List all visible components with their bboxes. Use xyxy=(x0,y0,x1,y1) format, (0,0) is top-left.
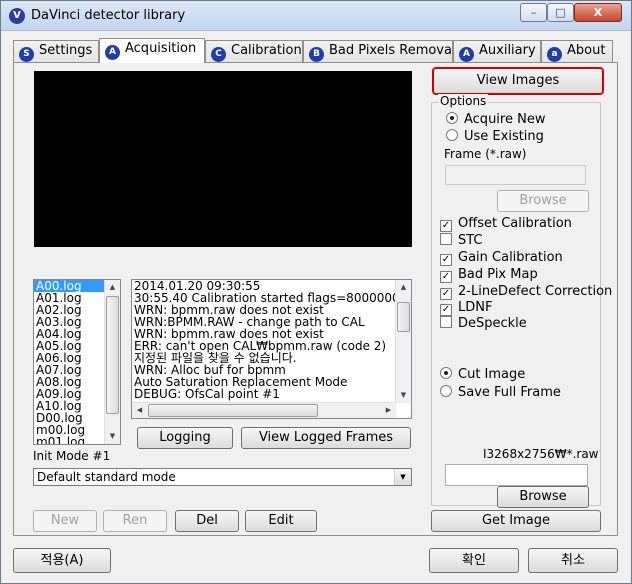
offset-calibration-checkbox[interactable]: ✓ Offset Calibration xyxy=(440,216,572,232)
save-pattern-label: I3268x2756₩*.raw xyxy=(483,447,599,461)
ren-button[interactable]: Ren xyxy=(103,510,167,532)
about-tab-icon: a xyxy=(547,47,562,62)
init-mode-value: Default standard mode xyxy=(37,470,176,484)
log-line: DEBUG: OfsCal point #1 xyxy=(134,387,280,401)
radio-indicator xyxy=(440,385,452,397)
checkbox-label: 2-LineDefect Correction xyxy=(458,284,613,299)
checkmark-icon: ✓ xyxy=(440,254,452,266)
checkmark-icon xyxy=(440,316,452,328)
save-full-frame-label: Save Full Frame xyxy=(458,385,561,400)
get-image-button[interactable]: Get Image xyxy=(431,510,601,532)
tab-label: Bad Pixels Removal xyxy=(329,43,456,58)
tab-label: Acquisition xyxy=(125,41,197,56)
app-icon: V xyxy=(9,8,25,24)
browse-existing-button[interactable]: Browse xyxy=(497,190,589,212)
auxiliary-tab-icon: A xyxy=(459,47,474,62)
stc-checkbox[interactable]: STC xyxy=(440,233,483,249)
scroll-up-arrow-icon[interactable]: ▲ xyxy=(105,280,120,295)
acquire-new-radio[interactable]: Acquire New xyxy=(446,112,545,128)
checkbox-label: Offset Calibration xyxy=(458,216,572,231)
gain-calibration-checkbox[interactable]: ✓ Gain Calibration xyxy=(440,250,563,266)
tab-auxiliary[interactable]: A Auxiliary xyxy=(453,40,541,62)
tab-label: Calibration xyxy=(231,43,302,58)
checkbox-label: Bad Pix Map xyxy=(458,267,538,282)
tab-bad-pixels-removal[interactable]: B Bad Pixels Removal xyxy=(303,40,456,62)
bad-pixels-tab-icon: B xyxy=(309,47,324,62)
radio-selected-indicator xyxy=(440,367,452,379)
cut-image-radio[interactable]: Cut Image xyxy=(440,367,525,383)
radio-indicator xyxy=(446,129,458,141)
save-path-field[interactable] xyxy=(445,464,588,486)
view-images-button[interactable]: View Images xyxy=(432,67,604,95)
use-existing-radio[interactable]: Use Existing xyxy=(446,129,544,145)
window-title: DaVinci detector library xyxy=(31,8,186,23)
scroll-thumb[interactable] xyxy=(148,404,318,417)
log-file-list-scrollbar[interactable]: ▲ ▼ xyxy=(104,280,120,444)
minimize-button[interactable]: – xyxy=(520,3,547,22)
acquisition-tab-icon: A xyxy=(105,45,120,60)
tab-acquisition[interactable]: A Acquisition xyxy=(99,38,205,63)
checkmark-icon: ✓ xyxy=(440,288,452,300)
tab-label: About xyxy=(567,43,606,58)
frame-path-field[interactable] xyxy=(445,165,586,185)
chevron-down-icon[interactable]: ▼ xyxy=(394,469,411,485)
edit-button[interactable]: Edit xyxy=(245,510,317,532)
tab-label: Settings xyxy=(39,43,93,58)
checkbox-label: Gain Calibration xyxy=(458,250,563,265)
bad-pix-map-checkbox[interactable]: ✓ Bad Pix Map xyxy=(440,267,538,283)
acquire-new-label: Acquire New xyxy=(464,112,546,127)
tab-label: Auxiliary xyxy=(479,43,536,58)
radio-selected-indicator xyxy=(446,112,458,124)
tab-settings[interactable]: S Settings xyxy=(13,40,99,62)
view-images-label: View Images xyxy=(476,73,560,88)
maximize-button[interactable]: □ xyxy=(547,3,574,22)
init-mode-select[interactable]: Default standard mode ▼ xyxy=(33,468,412,486)
title-bar[interactable]: V DaVinci detector library – □ X xyxy=(1,1,631,31)
apply-button[interactable]: 적용(A) xyxy=(13,548,111,573)
checkbox-label: DeSpeckle xyxy=(458,316,527,331)
scroll-left-arrow-icon[interactable]: ◀ xyxy=(132,403,147,418)
scroll-up-arrow-icon[interactable]: ▲ xyxy=(396,280,411,295)
two-line-defect-checkbox[interactable]: ✓ 2-LineDefect Correction xyxy=(440,284,612,300)
checkmark-icon: ✓ xyxy=(440,304,452,316)
checkmark-icon: ✓ xyxy=(440,271,452,283)
frame-label: Frame (*.raw) xyxy=(444,147,527,161)
settings-tab-icon: S xyxy=(19,47,34,62)
ok-button[interactable]: 확인 xyxy=(429,548,519,573)
scroll-right-arrow-icon[interactable]: ▶ xyxy=(381,403,396,418)
tab-about[interactable]: a About xyxy=(541,40,613,62)
ldnf-checkbox[interactable]: ✓ LDNF xyxy=(440,300,492,316)
scroll-down-arrow-icon[interactable]: ▼ xyxy=(105,429,120,444)
use-existing-label: Use Existing xyxy=(464,129,544,144)
checkmark-icon: ✓ xyxy=(440,220,452,232)
checkbox-label: STC xyxy=(458,233,483,248)
new-button[interactable]: New xyxy=(33,510,97,532)
log-text-view[interactable]: 2014.01.20 09:30:55 30:55.40 Calibration … xyxy=(131,279,412,419)
cancel-button[interactable]: 취소 xyxy=(528,548,618,573)
options-group-title: Options xyxy=(438,94,489,108)
init-mode-label: Init Mode #1 xyxy=(33,449,111,463)
despeckle-checkbox[interactable]: DeSpeckle xyxy=(440,316,527,332)
scroll-down-arrow-icon[interactable]: ▼ xyxy=(396,388,411,403)
log-text-vertical-scrollbar[interactable]: ▲ ▼ xyxy=(395,280,411,403)
tab-calibration[interactable]: C Calibration xyxy=(205,40,303,62)
log-file-item[interactable]: m01.log xyxy=(34,436,105,444)
del-button[interactable]: Del xyxy=(175,510,239,532)
save-full-frame-radio[interactable]: Save Full Frame xyxy=(440,385,561,401)
checkbox-label: LDNF xyxy=(458,300,493,315)
scroll-thumb[interactable] xyxy=(397,302,410,332)
cut-image-label: Cut Image xyxy=(458,367,526,382)
checkmark-icon xyxy=(440,233,452,245)
browse-save-button[interactable]: Browse xyxy=(497,486,589,508)
log-text-horizontal-scrollbar[interactable]: ◀ ▶ xyxy=(132,402,396,418)
calibration-tab-icon: C xyxy=(211,47,226,62)
scroll-thumb[interactable] xyxy=(106,296,119,414)
logging-button[interactable]: Logging xyxy=(137,427,233,449)
close-button[interactable]: X xyxy=(574,3,622,22)
log-file-list[interactable]: A00.log A01.log A02.log A03.log A04.log A05.l… xyxy=(33,279,121,445)
view-logged-frames-button[interactable]: View Logged Frames xyxy=(241,427,411,449)
image-preview xyxy=(34,71,412,247)
main-window: V DaVinci detector library – □ X S Settin… xyxy=(0,0,632,584)
